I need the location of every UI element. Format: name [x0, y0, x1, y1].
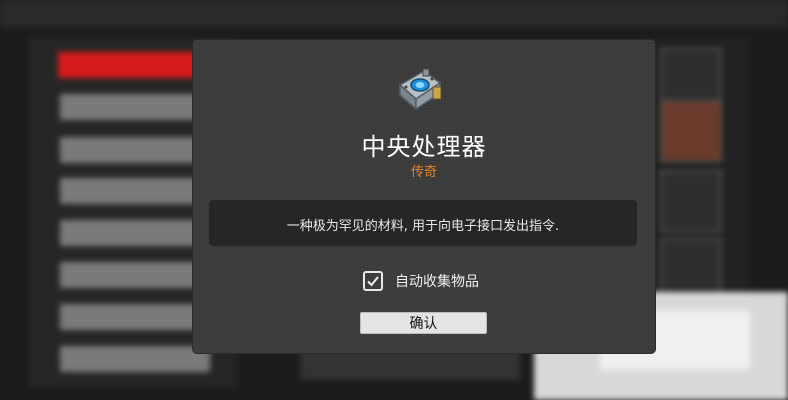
background-list-item	[60, 346, 210, 372]
item-pickup-dialog: 中央处理器 传奇 一种极为罕见的材料, 用于向电子接口发出指令. 自动收集物品 …	[193, 40, 655, 353]
background-selected-item	[58, 52, 208, 78]
background-list-item	[60, 178, 210, 204]
auto-collect-checkbox[interactable]	[363, 271, 383, 291]
background-inventory-slot	[660, 238, 722, 300]
background-list-item	[60, 137, 210, 163]
background-list-item	[60, 262, 210, 288]
background-list-item	[60, 304, 210, 330]
background-list-item	[60, 94, 210, 120]
background-bottom-bar	[300, 350, 520, 380]
item-rarity: 传奇	[410, 165, 437, 180]
confirm-button[interactable]: 确认	[360, 312, 487, 334]
background-top-bar	[0, 0, 788, 28]
cpu-chip-icon	[394, 67, 444, 113]
background-inventory-slot	[660, 100, 722, 162]
checkmark-icon	[367, 276, 379, 287]
background-inventory-slot	[660, 170, 722, 232]
background-list-item	[60, 220, 210, 246]
item-description: 一种极为罕见的材料, 用于向电子接口发出指令.	[286, 219, 560, 234]
auto-collect-option[interactable]: 自动收集物品	[363, 268, 479, 294]
auto-collect-label: 自动收集物品	[395, 274, 479, 290]
item-description-box: 一种极为罕见的材料, 用于向电子接口发出指令.	[209, 200, 637, 246]
item-name: 中央处理器	[361, 133, 487, 161]
